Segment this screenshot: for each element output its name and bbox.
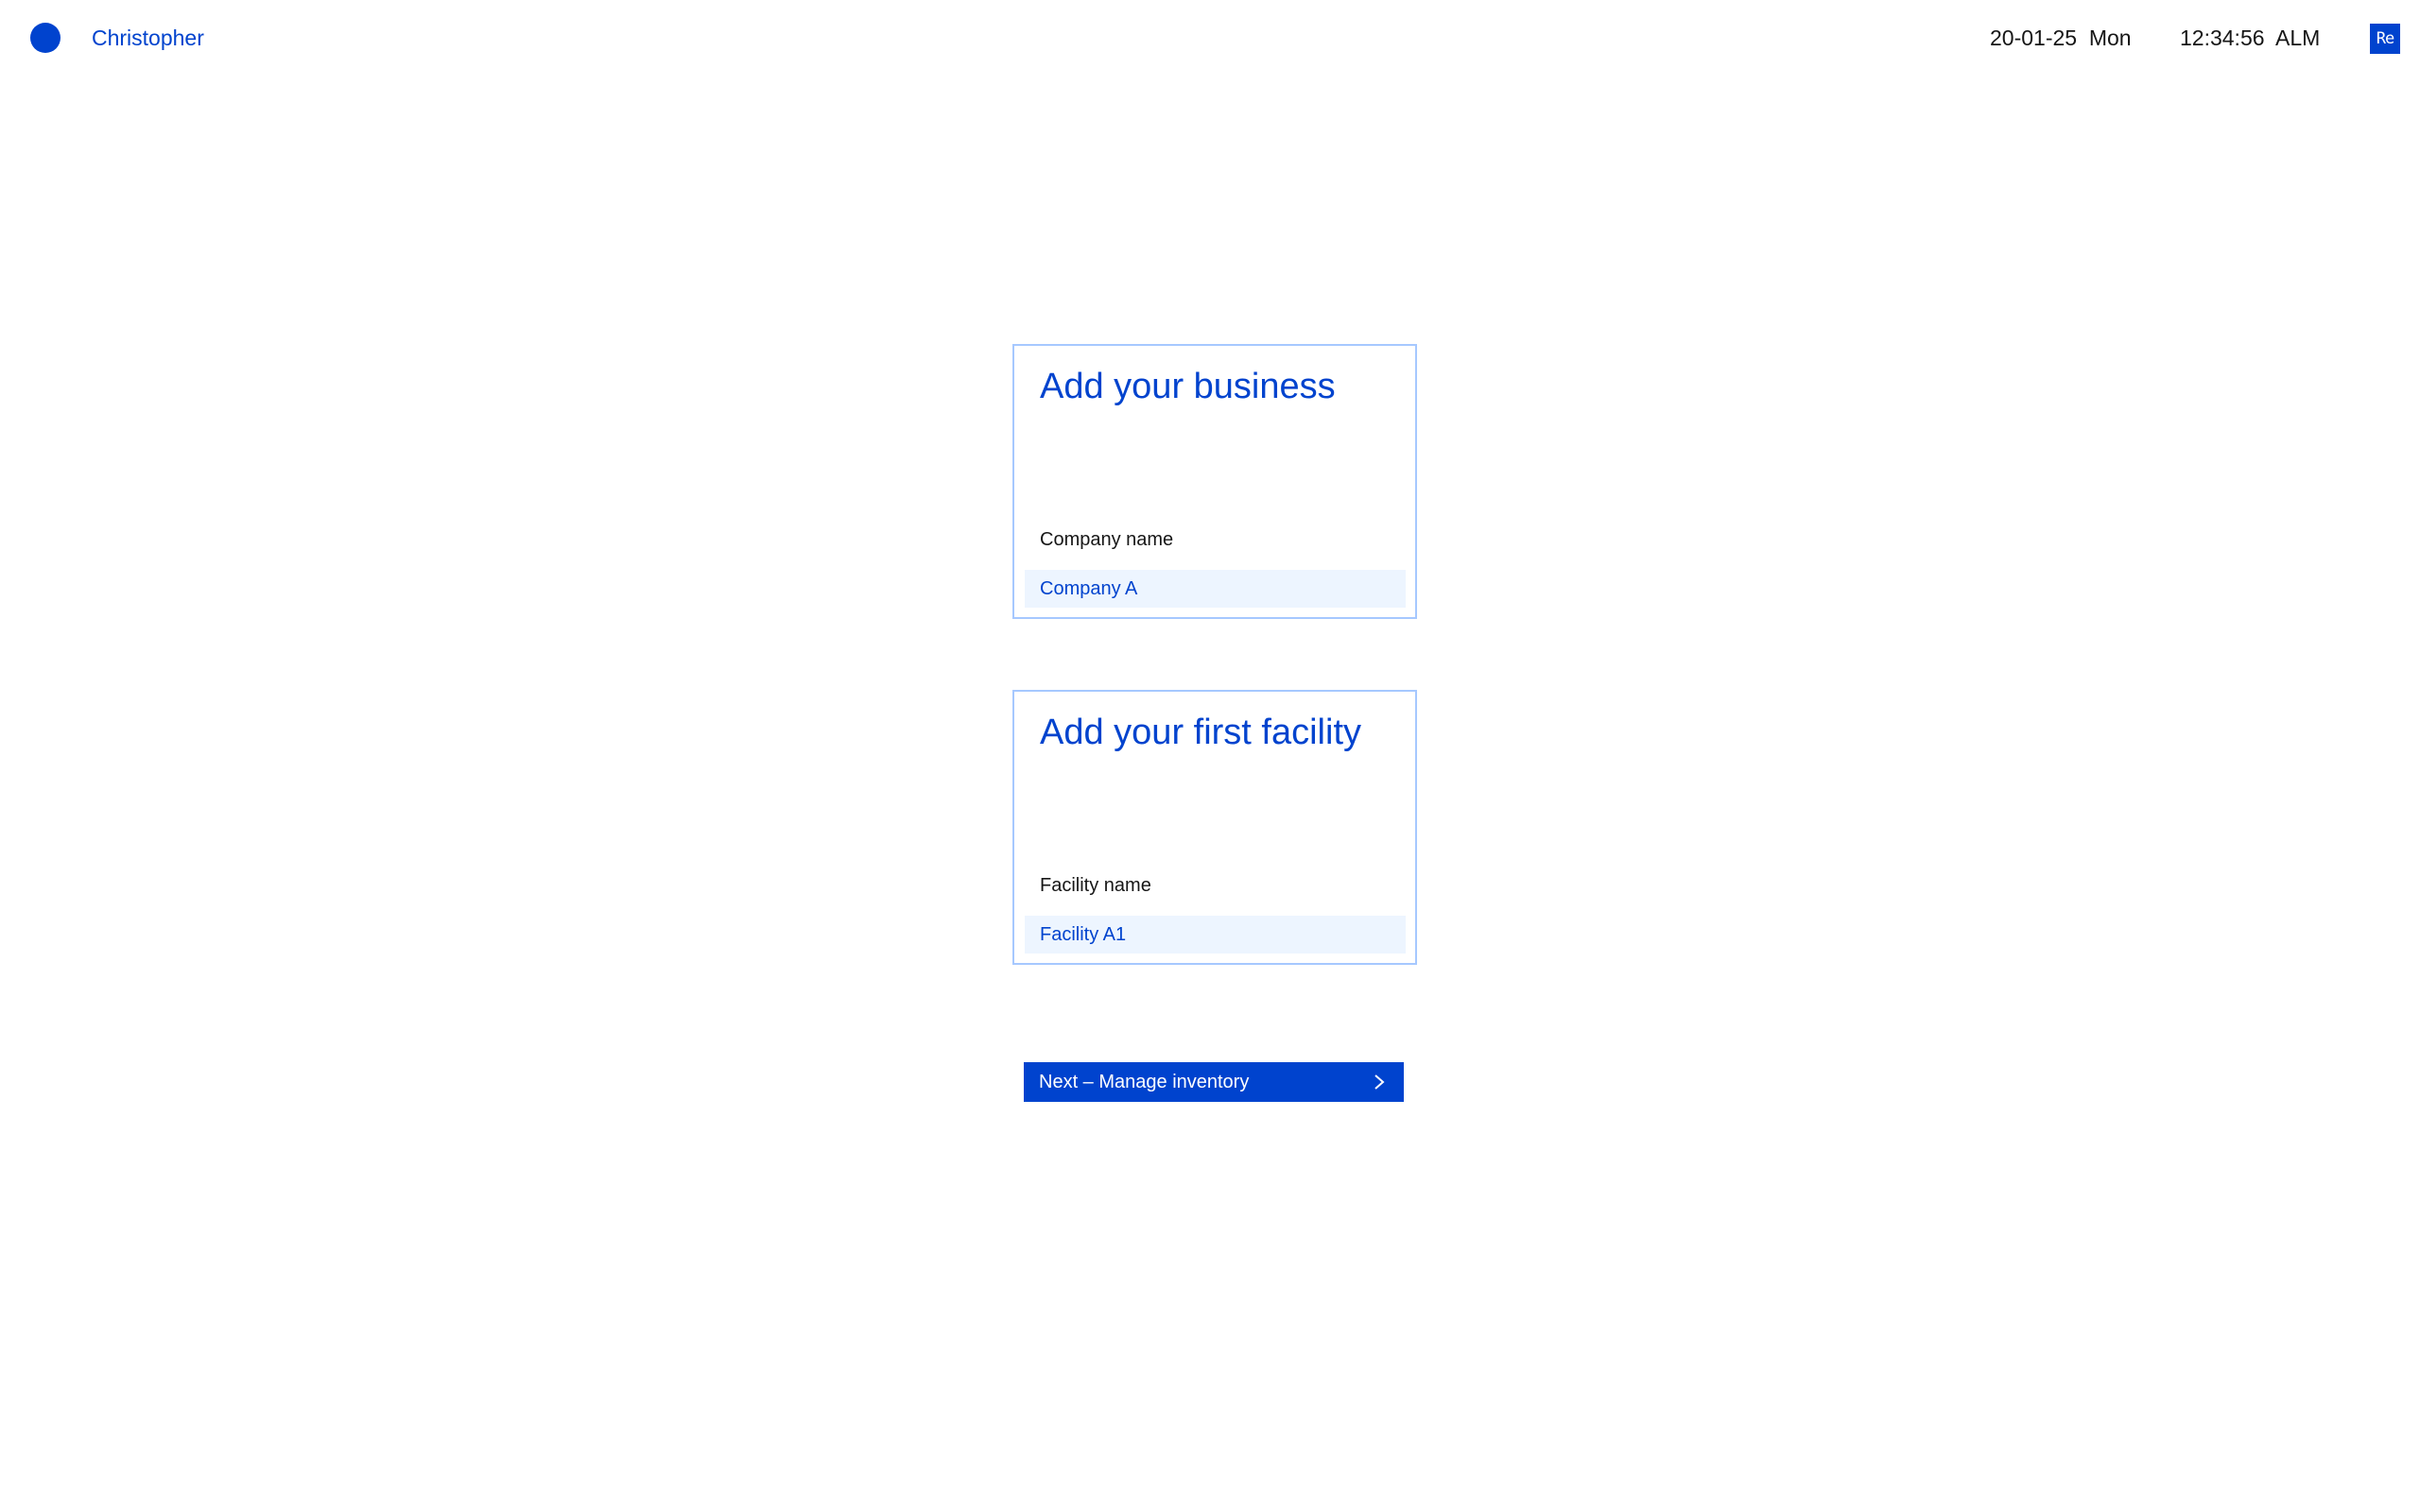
facility-name-input[interactable] bbox=[1025, 916, 1406, 954]
add-facility-title: Add your first facility bbox=[1040, 713, 1361, 752]
add-business-card: Add your business Company name bbox=[1012, 344, 1417, 619]
brand-logo-badge[interactable]: Re bbox=[2370, 24, 2400, 54]
date-display: 20-01-25 Mon bbox=[1990, 26, 2132, 50]
user-avatar[interactable] bbox=[30, 23, 60, 53]
time-display: 12:34:56 ALM bbox=[2180, 26, 2321, 50]
next-manage-inventory-button[interactable]: Next – Manage inventory bbox=[1024, 1062, 1404, 1102]
add-facility-card: Add your first facility Facility name bbox=[1012, 690, 1417, 965]
company-name-input[interactable] bbox=[1025, 570, 1406, 608]
chevron-right-icon bbox=[1370, 1073, 1389, 1091]
top-bar: Christopher 20-01-25 Mon 12:34:56 ALM Re bbox=[0, 0, 2420, 76]
facility-name-label: Facility name bbox=[1040, 875, 1151, 896]
company-name-label: Company name bbox=[1040, 529, 1174, 550]
username-link[interactable]: Christopher bbox=[92, 25, 204, 51]
next-button-label: Next – Manage inventory bbox=[1039, 1071, 1250, 1092]
add-business-title: Add your business bbox=[1040, 367, 1336, 406]
